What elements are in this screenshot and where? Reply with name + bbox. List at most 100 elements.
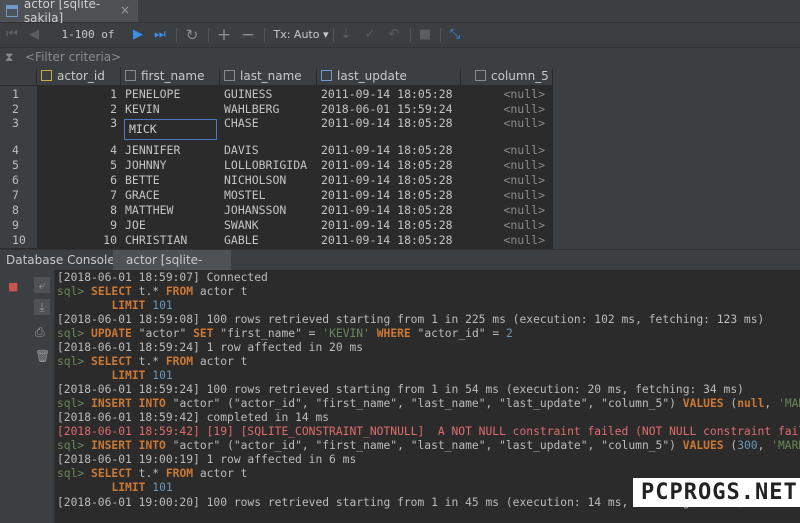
column-header-first-name[interactable]: first_name: [121, 68, 220, 86]
console-line: sql> INSERT INTO "actor" ("actor_id", "f…: [57, 397, 800, 410]
table-row[interactable]: 7 7 GRACE MOSTEL 2011-09-14 18:05:28 <null>: [0, 188, 553, 203]
cell-column-5[interactable]: <null>: [461, 203, 553, 218]
cell-first-name[interactable]: PENELOPE: [121, 86, 220, 102]
cell-last-name[interactable]: DAVIS: [220, 143, 317, 158]
cell-last-update[interactable]: 2018-06-01 15:59:24: [317, 102, 461, 117]
column-header-label: last_name: [240, 69, 302, 83]
cell-actor-id[interactable]: 1: [37, 86, 121, 102]
stop-icon[interactable]: ■: [417, 23, 433, 47]
check-icon[interactable]: ✓: [362, 23, 378, 47]
cell-first-name[interactable]: BETTE: [121, 173, 220, 188]
cell-last-update[interactable]: 2011-09-14 18:05:28: [317, 143, 461, 158]
cell-actor-id[interactable]: 8: [37, 203, 121, 218]
transpose-icon[interactable]: ⤡: [446, 23, 464, 47]
filter-bar[interactable]: ⧗ <Filter criteria>: [0, 48, 800, 69]
close-icon[interactable]: ×: [120, 3, 130, 17]
table-row[interactable]: 8 8 MATTHEW JOHANSSON 2011-09-14 18:05:28 <nu…: [0, 203, 553, 218]
cell-first-name[interactable]: KEVIN: [121, 102, 220, 117]
trash-icon[interactable]: 🗑: [35, 349, 50, 363]
scroll-to-end-icon[interactable]: ⤓: [34, 299, 50, 315]
cell-column-5[interactable]: <null>: [461, 218, 553, 233]
table-row[interactable]: 2 2 KEVIN WAHLBERG 2018-06-01 15:59:24 <null>: [0, 102, 553, 117]
cell-column-5[interactable]: <null>: [461, 117, 553, 143]
row-number: 10: [0, 233, 37, 248]
print-icon[interactable]: ⎙: [35, 325, 45, 340]
cell-first-name[interactable]: CHRISTIAN: [121, 233, 220, 248]
filter-input[interactable]: <Filter criteria>: [25, 50, 121, 64]
cell-last-name[interactable]: LOLLOBRIGIDA: [220, 158, 317, 173]
cell-last-name[interactable]: SWANK: [220, 218, 317, 233]
cell-last-update[interactable]: 2011-09-14 18:05:28: [317, 158, 461, 173]
table-row[interactable]: 4 4 JENNIFER DAVIS 2011-09-14 18:05:28 <null>: [0, 143, 553, 158]
cell-last-update[interactable]: 2011-09-14 18:05:28: [317, 188, 461, 203]
console-line: sql> SELECT t.* FROM actor t: [57, 355, 248, 368]
cell-last-name[interactable]: GUINESS: [220, 86, 317, 102]
tx-mode-select[interactable]: Tx: Auto ▾: [272, 23, 330, 47]
table-row[interactable]: 1 1 PENELOPE GUINESS 2011-09-14 18:05:28 <nul…: [0, 86, 553, 102]
cell-actor-id[interactable]: 6: [37, 173, 121, 188]
cell-last-name[interactable]: JOHANSSON: [220, 203, 317, 218]
cell-column-5[interactable]: <null>: [461, 86, 553, 102]
column-header-last-update[interactable]: last_update: [317, 68, 461, 86]
chevron-down-icon: ▾: [322, 28, 329, 41]
refresh-icon[interactable]: ↻: [183, 23, 201, 47]
console-line: LIMIT 101: [111, 481, 173, 494]
cell-first-name[interactable]: GRACE: [121, 188, 220, 203]
cell-last-name[interactable]: MOSTEL: [220, 188, 317, 203]
tab-actor-sqlite-sakila[interactable]: actor [sqlite-sakila] ×: [0, 0, 138, 25]
table-row[interactable]: 10 10 CHRISTIAN GABLE 2011-09-14 18:05:28 <nu…: [0, 233, 553, 248]
stop-icon[interactable]: ■: [8, 280, 18, 293]
console-tab-actor[interactable]: actor [sqlite-sakila]: [113, 250, 231, 288]
cell-actor-id[interactable]: 10: [37, 233, 121, 248]
cell-last-update[interactable]: 2011-09-14 18:05:28: [317, 218, 461, 233]
column-header-actor-id[interactable]: actor_id: [37, 68, 121, 86]
table-row[interactable]: 6 6 BETTE NICHOLSON 2011-09-14 18:05:28 <null…: [0, 173, 553, 188]
console-line: [2018-06-01 18:59:42] completed in 14 ms: [57, 411, 330, 424]
add-row-icon[interactable]: +: [215, 23, 233, 47]
cell-column-5[interactable]: <null>: [461, 102, 553, 117]
cell-actor-id[interactable]: 5: [37, 158, 121, 173]
cell-last-update[interactable]: 2011-09-14 18:05:28: [317, 203, 461, 218]
cell-column-5[interactable]: <null>: [461, 233, 553, 248]
cell-last-name[interactable]: GABLE: [220, 233, 317, 248]
cell-last-update[interactable]: 2011-09-14 18:05:28: [317, 233, 461, 248]
previous-page-icon[interactable]: ◀: [26, 23, 42, 47]
cell-first-name[interactable]: JOE: [121, 218, 220, 233]
cell-actor-id[interactable]: 3: [37, 117, 121, 143]
cell-last-update[interactable]: 2011-09-14 18:05:28: [317, 117, 461, 143]
data-grid: actor_id first_name last_name last_updat…: [0, 68, 553, 249]
cell-actor-id[interactable]: 4: [37, 143, 121, 158]
row-number: 5: [0, 158, 37, 173]
table-row[interactable]: 33MICKCHASE2011-09-14 18:05:28<null>: [0, 117, 553, 143]
revert-icon[interactable]: ↶: [386, 23, 402, 47]
table-row[interactable]: 9 9 JOE SWANK 2011-09-14 18:05:28 <null>: [0, 218, 553, 233]
cell-actor-id[interactable]: 2: [37, 102, 121, 117]
commit-icon[interactable]: ⇣: [338, 23, 354, 47]
console-label: Database Console:: [6, 253, 119, 267]
cell-actor-id[interactable]: 7: [37, 188, 121, 203]
cell-last-update[interactable]: 2011-09-14 18:05:28: [317, 86, 461, 102]
cell-column-5[interactable]: <null>: [461, 173, 553, 188]
first-page-icon[interactable]: ⏮: [4, 23, 20, 47]
soft-wrap-icon[interactable]: ⤶: [34, 277, 50, 293]
cell-last-name[interactable]: CHASE: [220, 117, 317, 143]
cell-last-update[interactable]: 2011-09-14 18:05:28: [317, 173, 461, 188]
table-row[interactable]: 5 5 JOHNNY LOLLOBRIGIDA 2011-09-14 18:05:28 <…: [0, 158, 553, 173]
column-header-column-5[interactable]: column_5: [461, 68, 553, 86]
cell-column-5[interactable]: <null>: [461, 188, 553, 203]
last-page-icon[interactable]: ⏭: [152, 23, 168, 47]
column-header-last-name[interactable]: last_name: [220, 68, 317, 86]
cell-last-name[interactable]: WAHLBERG: [220, 102, 317, 117]
console-sidebar: ■ ⤶ ⤓ ⎙ 🗑: [0, 270, 55, 523]
delete-row-icon[interactable]: −: [239, 23, 257, 47]
cell-column-5[interactable]: <null>: [461, 158, 553, 173]
next-page-icon[interactable]: ▶: [130, 23, 146, 47]
cell-last-name[interactable]: NICHOLSON: [220, 173, 317, 188]
row-number: 4: [0, 143, 37, 158]
cell-column-5[interactable]: <null>: [461, 143, 553, 158]
cell-actor-id[interactable]: 9: [37, 218, 121, 233]
cell-editor-input[interactable]: MICK: [124, 119, 217, 140]
cell-first-name[interactable]: JENNIFER: [121, 143, 220, 158]
cell-first-name[interactable]: MATTHEW: [121, 203, 220, 218]
cell-first-name[interactable]: JOHNNY: [121, 158, 220, 173]
